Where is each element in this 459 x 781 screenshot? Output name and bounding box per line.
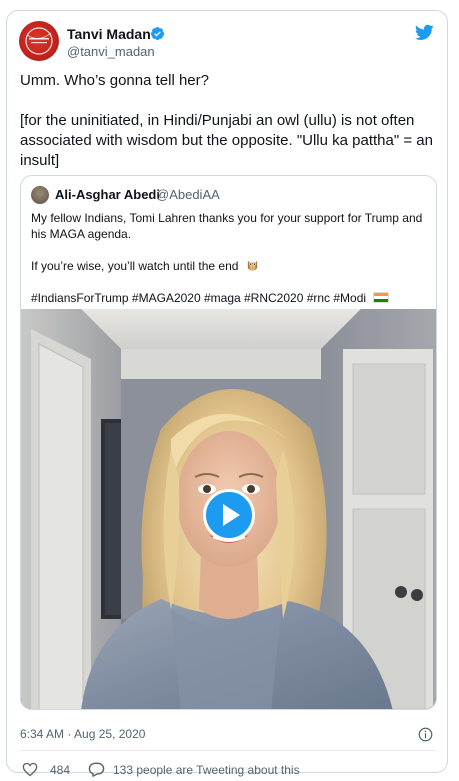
tweet-timestamp[interactable]: 6:34 AM · Aug 25, 2020 [20,727,145,741]
quoted-author-avatar[interactable] [31,186,49,204]
tweet-line-1: Umm. Who’s gonna tell her? [20,72,209,89]
author-handle[interactable]: @tanvi_madan [67,44,155,59]
tweet-card[interactable]: Tanvi Madan @tanvi_madan Umm. Who’s gonn… [6,10,448,777]
footer-divider [20,750,437,751]
twitter-bird-icon[interactable] [414,24,434,41]
author-avatar[interactable] [19,21,59,61]
quoted-line-2-wrap: If you’re wise, you’ll watch until the e… [31,258,431,274]
quoted-author-name[interactable]: Ali-Asghar Abedi [55,187,160,202]
quoted-hashtags[interactable]: #IndiansForTrump #MAGA2020 #maga #RNC202… [31,291,366,305]
info-icon[interactable] [418,727,433,742]
video-player[interactable] [21,309,436,709]
tweet-line-2: [for the uninitiated, in Hindi/Punjabi a… [20,112,433,169]
quoted-line-2: If you’re wise, you’ll watch until the e… [31,259,239,273]
owl-emoji-icon [247,260,257,271]
verified-badge-icon [150,26,165,41]
quoted-tweet-text: My fellow Indians, Tomi Lahren thanks yo… [31,210,431,306]
play-icon [223,504,240,526]
reply-bubble-icon[interactable] [88,761,105,777]
avatar-logo-icon [25,27,53,55]
tweeting-about-link[interactable]: 133 people are Tweeting about this [113,763,300,777]
india-flag-icon [373,292,390,303]
quoted-line-1: My fellow Indians, Tomi Lahren thanks yo… [31,211,423,241]
quoted-tweet[interactable]: Ali-Asghar Abedi @AbediAA My fellow Indi… [20,175,437,710]
tweet-text: Umm. Who’s gonna tell her? [for the unin… [20,71,440,171]
play-button[interactable] [203,489,255,541]
author-name[interactable]: Tanvi Madan [67,26,151,42]
heart-icon[interactable] [22,762,38,777]
quoted-hashtags-wrap: #IndiansForTrump #MAGA2020 #maga #RNC202… [31,290,431,306]
like-count[interactable]: 484 [50,763,70,777]
quoted-author-handle[interactable]: @AbediAA [156,187,220,202]
